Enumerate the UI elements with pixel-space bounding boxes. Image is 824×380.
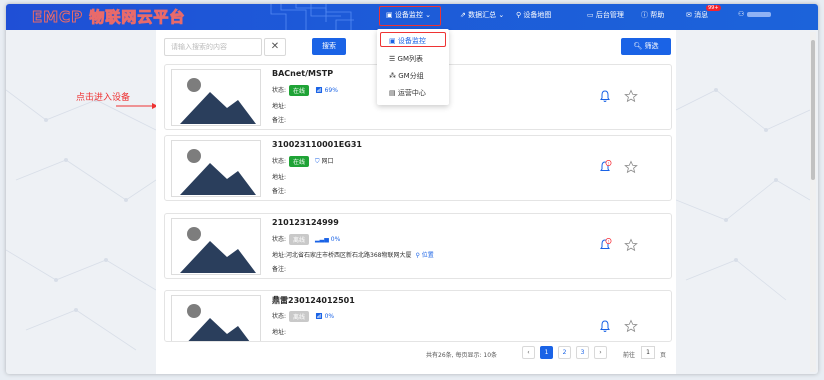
bell-icon[interactable] [598,89,612,103]
clear-button[interactable]: ✕ [264,38,286,56]
address-row: 地址: [272,103,287,110]
device-card[interactable]: 310023110001EG31 状态: 在线 ⛉ 网口 地址: 备注: ! [164,135,672,201]
status-badge: 在线 [289,156,310,167]
app-logo: EMCP 物联网云平台 [31,8,186,27]
nav-messages[interactable]: ✉ 消息 [686,10,708,20]
status-row: 状态: 在线 📶︎ 69% [272,85,338,96]
ops-icon: ▤ [389,89,398,97]
goto-label: 前往 [623,352,636,359]
status-row: 状态: 离线 ▂▃▅ 0% [272,234,341,245]
device-name[interactable]: BACnet/MSTP [272,69,333,78]
page-3-button[interactable]: 3 [576,346,589,359]
scrollbar-thumb[interactable] [811,40,815,180]
device-card[interactable]: 鼎雷230124012501 状态: 离线 📶︎ 0% 地址: [164,290,672,342]
list-icon: ☰ [389,55,398,63]
svg-text:!: ! [608,239,610,244]
device-image-placeholder [171,295,261,341]
filter-button[interactable]: 🔍︎ 筛选 [621,38,671,55]
nav-device-map[interactable]: ⚲ 设备地图 [516,10,551,20]
wifi-icon: 📶︎ [315,313,325,320]
dropdown-item-gm-group[interactable]: ⁂ GM分组 [389,71,424,81]
goto-page-input[interactable]: 1 [641,346,655,359]
next-page-button[interactable]: › [594,346,607,359]
status-badge: 离线 [289,311,310,322]
remark-row: 备注: [272,266,287,273]
status-badge: 在线 [289,85,310,96]
device-image-placeholder [171,218,261,275]
address-row: 地址:河北省石家庄市桥西区新石北路368物联网大厦 ⚲ 位置 [272,252,434,259]
star-icon[interactable] [624,89,638,103]
background-pattern-right [676,88,810,301]
dropdown-item-ops-center[interactable]: ▤ 运营中心 [389,88,426,98]
remark-row: 备注: [272,188,287,195]
help-icon: ⓘ [641,11,651,19]
device-card[interactable]: 210123124999 状态: 离线 ▂▃▅ 0% 地址:河北省石家庄市桥西区新石… [164,213,672,279]
nav-help[interactable]: ⓘ 帮助 [641,10,664,20]
message-icon: ✉ [686,11,695,19]
top-nav-bar: EMCP 物联网云平台 ▣ 设备监控 ⌄ ⇗ 数据汇总 ⌄ ⚲ 设备地图 ▭ 后… [6,4,818,30]
device-monitor-dropdown: ▣ 设备监控 ☰ GM列表 ⁂ GM分组 ▤ 运营中心 [377,29,449,105]
page-1-button[interactable]: 1 [540,346,553,359]
chevron-down-icon: ⌄ [422,11,431,19]
group-icon: ⁂ [389,72,399,80]
bell-alert-icon[interactable]: ! [598,160,612,174]
search-button[interactable]: 搜索 [312,38,346,55]
nav-device-monitor[interactable]: ▣ 设备监控 ⌄ [386,10,431,20]
search-icon: 🔍︎ [633,42,645,50]
star-icon[interactable] [624,160,638,174]
app-window: EMCP 物联网云平台 ▣ 设备监控 ⌄ ⇗ 数据汇总 ⌄ ⚲ 设备地图 ▭ 后… [6,4,818,374]
user-menu[interactable]: ⚇ [738,10,771,18]
admin-icon: ▭ [587,11,596,19]
page-unit-label: 页 [660,352,667,359]
user-icon: ⚇ [738,10,747,18]
user-name-blurred [746,11,771,17]
circuit-decoration [270,4,354,30]
dropdown-item-device-monitor[interactable]: ▣ 设备监控 [389,36,426,46]
chevron-down-icon: ⌄ [496,11,505,19]
nav-data-summary[interactable]: ⇗ 数据汇总 ⌄ [460,10,504,20]
message-count-badge: 99+ [706,5,721,11]
location-link[interactable]: 位置 [422,252,434,259]
device-name[interactable]: 210123124999 [272,218,339,227]
background-pattern-left [6,89,156,351]
star-icon[interactable] [624,238,638,252]
page-2-button[interactable]: 2 [558,346,571,359]
chart-icon: ⇗ [460,11,469,19]
dropdown-item-gm-list[interactable]: ☰ GM列表 [389,54,423,64]
wifi-icon: 📶︎ [315,87,325,94]
device-name[interactable]: 310023110001EG31 [272,140,362,149]
annotation-arrow [116,103,158,109]
monitor-icon: ▣ [389,37,398,45]
bell-icon[interactable] [598,319,612,333]
device-image-placeholder [171,140,261,197]
address-row: 地址: [272,329,287,336]
svg-text:!: ! [608,161,610,166]
status-badge: 离线 [289,234,310,245]
remark-row: 备注: [272,117,287,124]
address-row: 地址: [272,174,287,181]
search-input[interactable]: 请输入搜索的内容 [164,38,262,56]
signal-bars-icon: ▂▃▅ [315,236,331,243]
nav-admin[interactable]: ▭ 后台管理 [587,10,624,20]
bell-alert-icon[interactable]: ! [598,238,612,252]
pagination-summary: 共有26条, 每页显示: 10条 [426,352,498,359]
prev-page-button[interactable]: ‹ [522,346,535,359]
device-name[interactable]: 鼎雷230124012501 [272,295,355,306]
device-image-placeholder [171,69,261,126]
star-icon[interactable] [624,319,638,333]
status-row: 状态: 在线 ⛉ 网口 [272,156,334,167]
monitor-icon: ▣ [386,11,395,19]
status-row: 状态: 离线 📶︎ 0% [272,311,335,322]
